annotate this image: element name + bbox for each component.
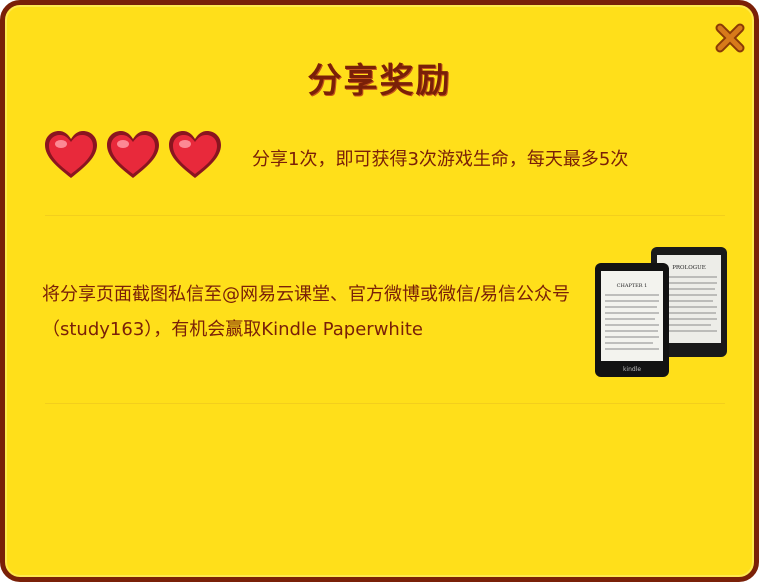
heart-icon (45, 131, 97, 178)
share-reward-dialog: 分享奖励 分享1次，即可获得3次游戏生命，每天最多5次 将分享页面截图私信至@网… (0, 0, 759, 582)
dialog-title: 分享奖励 (307, 61, 452, 101)
heart-icon (107, 131, 159, 178)
divider (45, 403, 725, 404)
kindle-back-heading: PROLOGUE (672, 265, 706, 271)
kindle-front-heading: CHAPTER 1 (617, 283, 648, 289)
hearts-group (43, 129, 223, 185)
prize-reward-text: 将分享页面截图私信至@网易云课堂、官方微博或微信/易信公众号（study163）… (42, 284, 571, 340)
close-button[interactable] (713, 21, 747, 55)
daily-reward-text: 分享1次，即可获得3次游戏生命，每天最多5次 (252, 149, 629, 170)
divider (45, 215, 725, 216)
close-icon[interactable] (713, 21, 747, 55)
kindle-paperwhite-image: PROLOGUE CHAPTER 1 kindle (593, 245, 729, 380)
heart-icon (169, 131, 221, 178)
kindle-brand-label: kindle (623, 366, 641, 373)
